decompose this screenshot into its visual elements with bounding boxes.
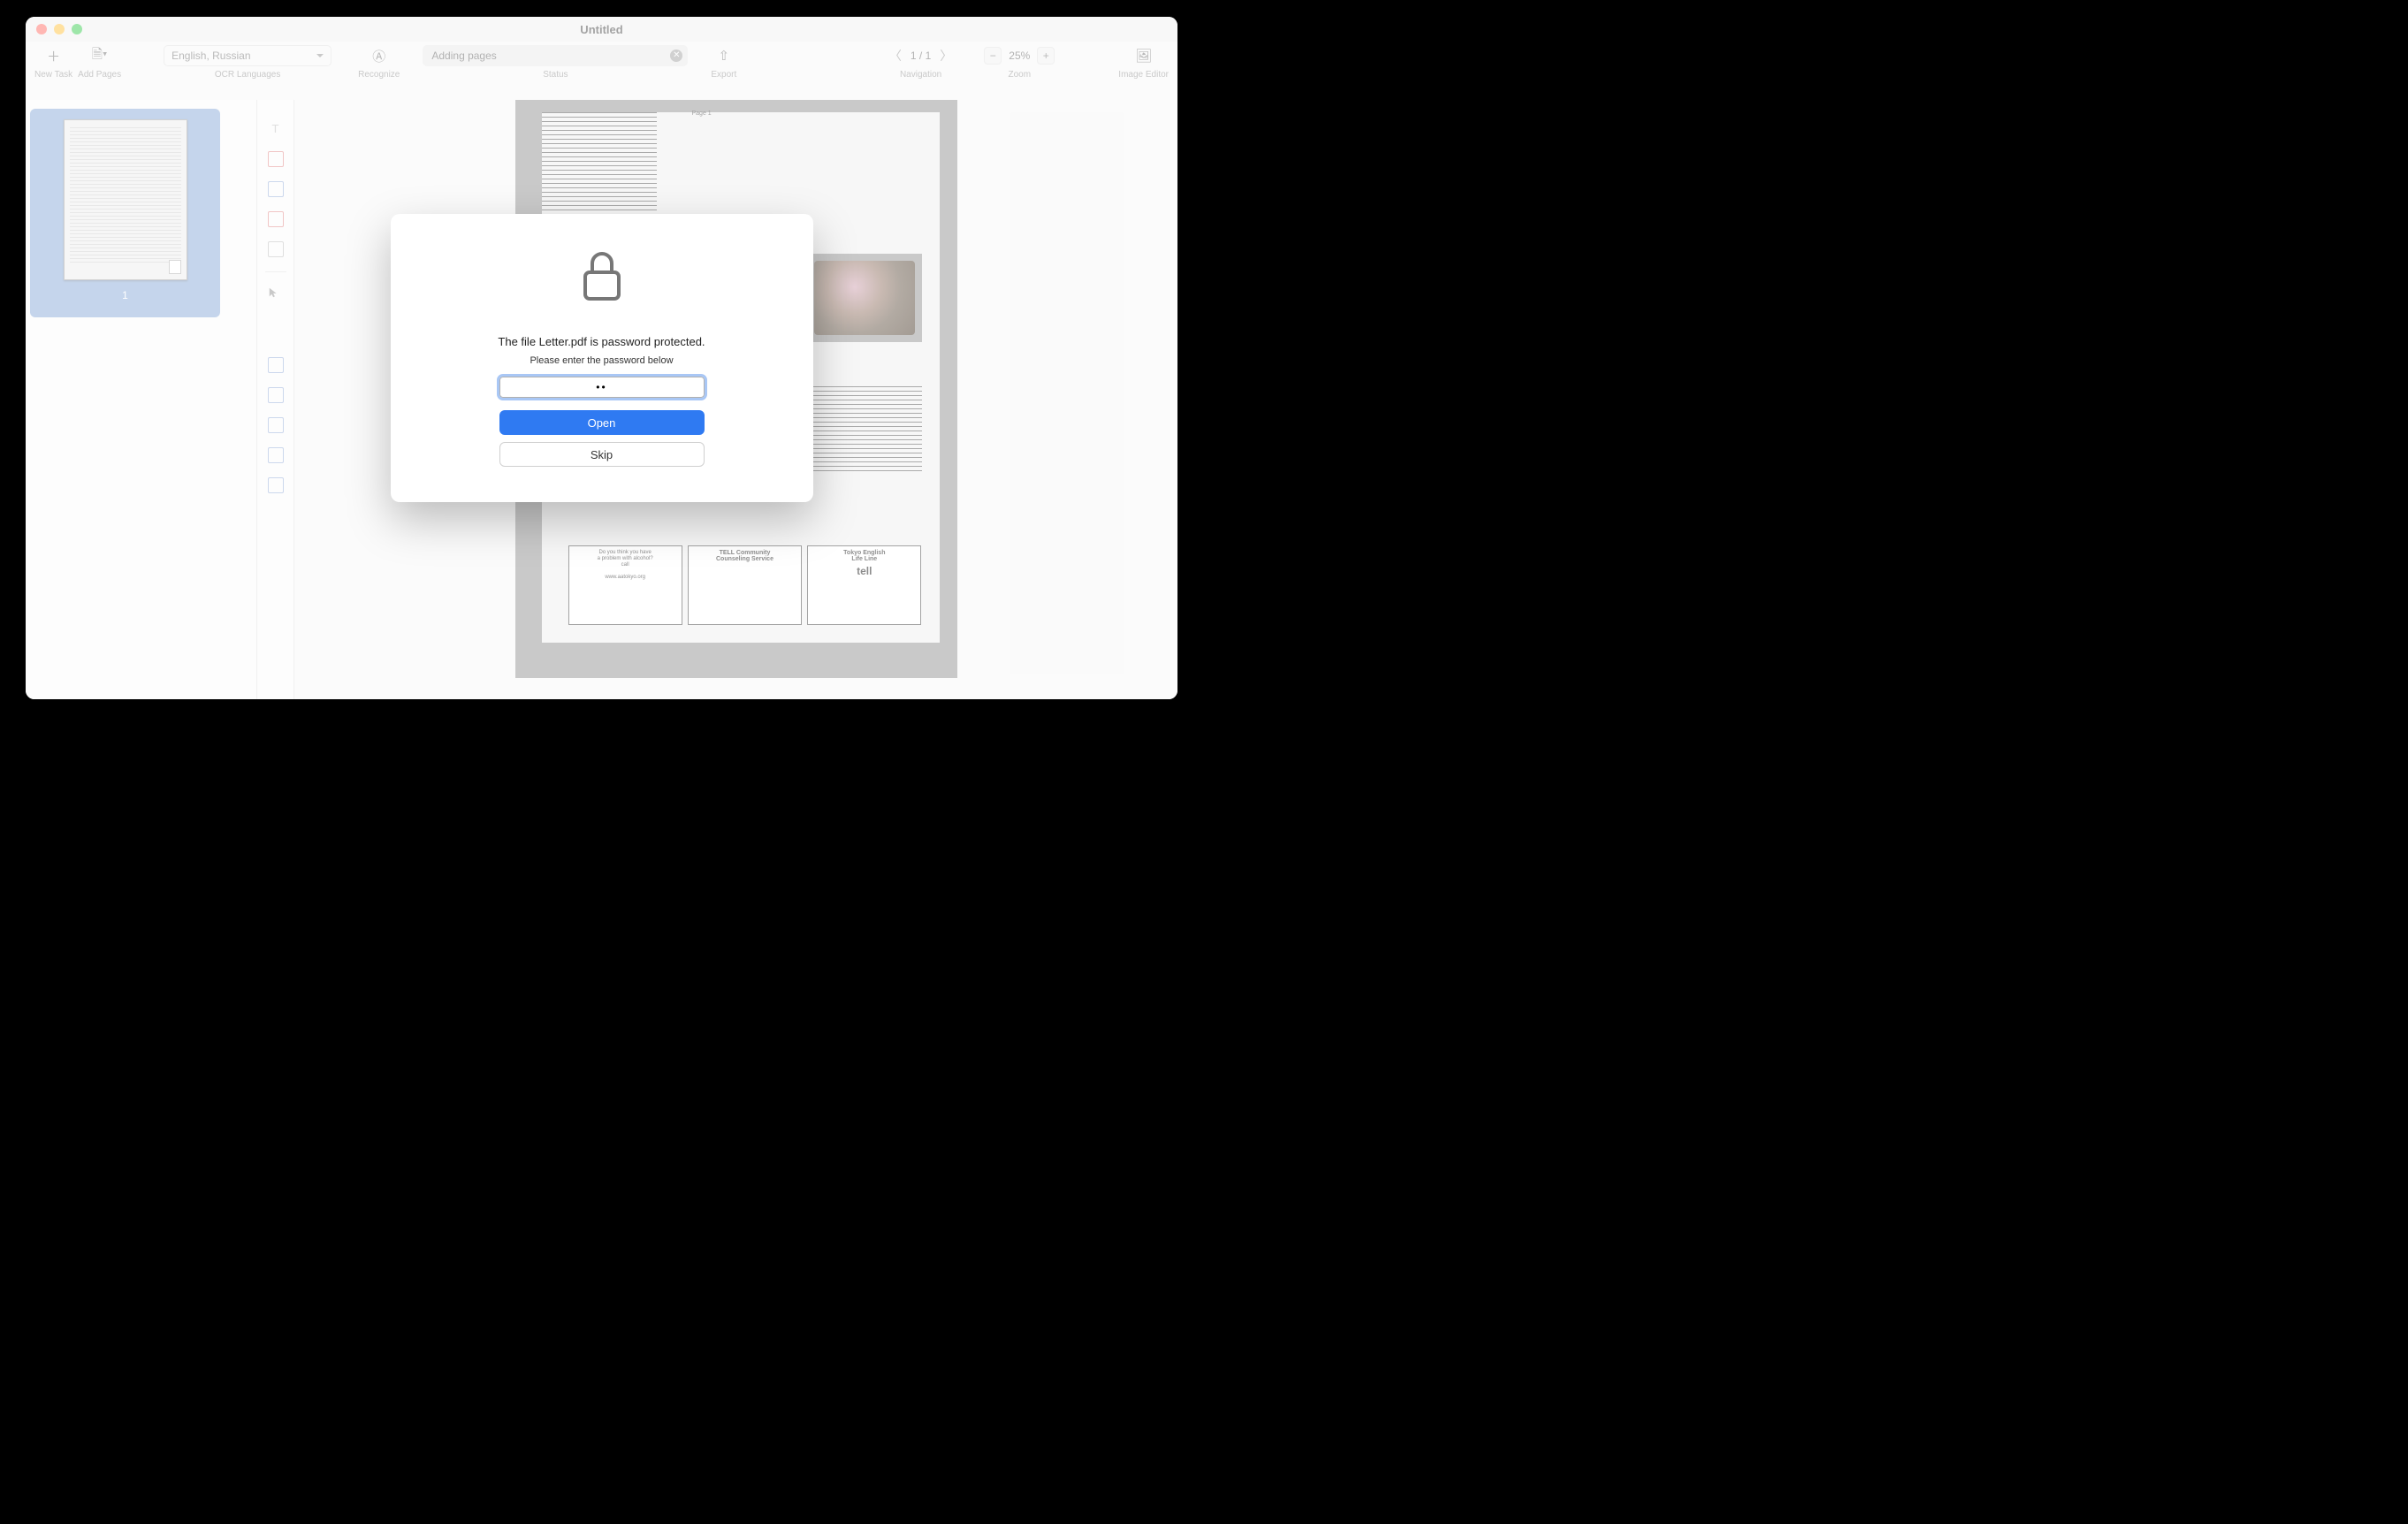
app-window: Untitled ＋ New Task 🗎▾ Add Pages English: [26, 17, 1177, 699]
modal-subtext: Please enter the password below: [530, 355, 673, 366]
password-input[interactable]: [499, 377, 705, 398]
lock-icon: [582, 249, 622, 307]
skip-button[interactable]: Skip: [499, 442, 705, 467]
open-button[interactable]: Open: [499, 410, 705, 435]
password-modal: The file Letter.pdf is password protecte…: [391, 214, 813, 502]
modal-message: The file Letter.pdf is password protecte…: [498, 335, 705, 348]
